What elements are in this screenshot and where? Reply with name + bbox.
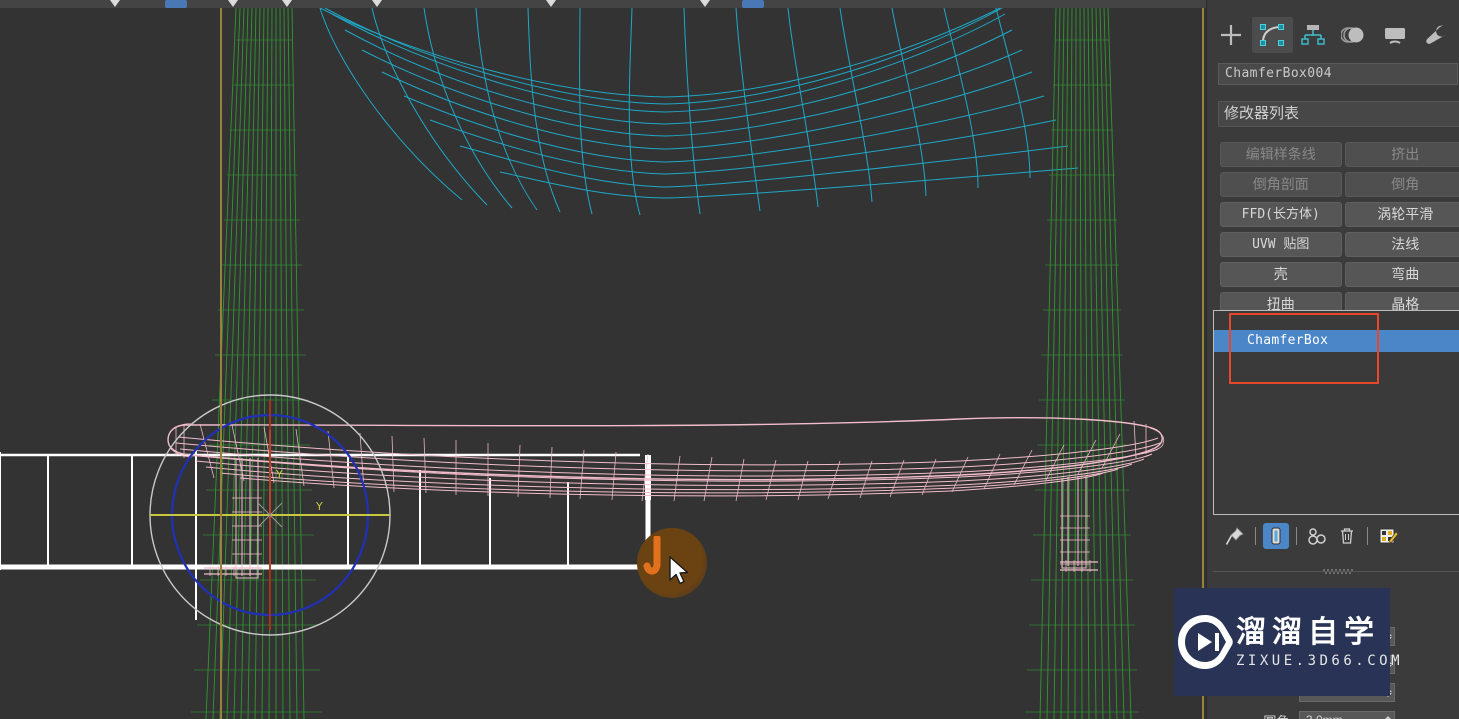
configure-modifier-sets-button[interactable] bbox=[1375, 523, 1401, 549]
toolbar-button-rectangular-select[interactable] bbox=[228, 0, 238, 7]
param-field-fillet[interactable]: 3.0mm bbox=[1299, 711, 1395, 719]
svg-text:Y: Y bbox=[275, 468, 283, 481]
modifier-row: 壳 弯曲 bbox=[1220, 262, 1459, 287]
toolbar-button-select-object[interactable] bbox=[110, 0, 120, 7]
toolbar-button-snap-toggle[interactable] bbox=[700, 0, 710, 7]
panel-tab-hierarchy[interactable] bbox=[1293, 17, 1334, 53]
command-panel-tabs[interactable] bbox=[1211, 16, 1456, 54]
toolbar-button-scale[interactable] bbox=[546, 0, 556, 7]
trash-icon bbox=[1341, 528, 1353, 544]
make-unique-button[interactable] bbox=[1304, 523, 1330, 549]
modifier-row: 编辑样条线 挤出 bbox=[1220, 142, 1459, 167]
panel-tab-display[interactable] bbox=[1374, 17, 1415, 53]
watermark-en-text: ZIXUE.3D66.COM bbox=[1236, 652, 1404, 669]
watermark-cn-text: 溜溜自学 bbox=[1236, 614, 1380, 650]
modifier-button-uvw-map[interactable]: UVW 贴图 bbox=[1220, 232, 1342, 257]
param-row-fillet: 圆角: 3.0mm bbox=[1213, 709, 1459, 719]
toolbar-button-angle-snap[interactable] bbox=[742, 0, 764, 8]
make-unique-icon bbox=[1308, 528, 1326, 545]
pin-icon bbox=[1225, 527, 1244, 545]
modifier-button-extrude[interactable]: 挤出 bbox=[1344, 142, 1459, 167]
modifier-button-shell[interactable]: 壳 bbox=[1220, 262, 1342, 287]
3dsmax-window: Y Y ChamferBox004 修改器列表 编辑样条线 挤出 倒角剖面 倒角… bbox=[0, 0, 1459, 719]
display-icon bbox=[1384, 28, 1405, 44]
modifier-button-set[interactable]: 编辑样条线 挤出 倒角剖面 倒角 FFD(长方体) 涡轮平滑 UVW 贴图 法线… bbox=[1220, 142, 1459, 322]
modifier-row: FFD(长方体) 涡轮平滑 bbox=[1220, 202, 1459, 227]
watermark-overlay: 溜溜自学 ZIXUE.3D66.COM bbox=[1174, 588, 1400, 696]
panel-tab-modify[interactable] bbox=[1251, 17, 1293, 53]
modify-icon bbox=[1260, 24, 1285, 46]
viewport-area[interactable]: Y Y bbox=[0, 0, 1206, 719]
plus-icon bbox=[1221, 25, 1242, 45]
modifier-button-ffd-box[interactable]: FFD(长方体) bbox=[1220, 202, 1342, 227]
toolbar-separator bbox=[1296, 527, 1297, 545]
main-toolbar-strip[interactable] bbox=[0, 0, 1206, 8]
toolbar-button-move[interactable] bbox=[282, 0, 292, 7]
panel-resize-grip[interactable] bbox=[1213, 567, 1459, 575]
toolbar-button-rotate[interactable] bbox=[372, 0, 382, 7]
play-logo-icon bbox=[1174, 588, 1236, 696]
modifier-button-edit-spline[interactable]: 编辑样条线 bbox=[1220, 142, 1342, 167]
modifier-stack-list[interactable]: ChamferBox bbox=[1213, 310, 1459, 515]
toolbar-button-select-by-name[interactable] bbox=[165, 0, 187, 8]
toolbar-separator bbox=[1255, 527, 1256, 545]
modifier-button-bevel[interactable]: 倒角 bbox=[1344, 172, 1459, 197]
viewport-scene[interactable]: Y Y bbox=[0, 0, 1206, 719]
modifier-button-bevel-profile[interactable]: 倒角剖面 bbox=[1220, 172, 1342, 197]
svg-text:Y: Y bbox=[315, 500, 323, 513]
modifier-stack-item-chamferbox[interactable]: ChamferBox bbox=[1214, 330, 1459, 352]
motion-icon bbox=[1340, 27, 1364, 43]
show-end-result-button[interactable] bbox=[1263, 523, 1289, 549]
panel-tab-utilities[interactable] bbox=[1415, 17, 1456, 53]
remove-modifier-button[interactable] bbox=[1334, 523, 1360, 549]
modifier-button-turbosmooth[interactable]: 涡轮平滑 bbox=[1344, 202, 1459, 227]
param-label-fillet: 圆角: bbox=[1213, 711, 1299, 719]
modifier-row: 倒角剖面 倒角 bbox=[1220, 172, 1459, 197]
orange-arc-icon bbox=[643, 536, 661, 575]
modifier-button-normal[interactable]: 法线 bbox=[1344, 232, 1459, 257]
pin-stack-button[interactable] bbox=[1222, 523, 1248, 549]
configure-icon bbox=[1379, 528, 1398, 544]
modifier-list-dropdown[interactable]: 修改器列表 bbox=[1218, 101, 1459, 127]
show-end-result-icon bbox=[1271, 527, 1281, 545]
modifier-row: UVW 贴图 法线 bbox=[1220, 232, 1459, 257]
modifier-button-bend[interactable]: 弯曲 bbox=[1344, 262, 1459, 287]
panel-tab-motion[interactable] bbox=[1333, 17, 1374, 53]
object-name-field[interactable]: ChamferBox004 bbox=[1218, 63, 1458, 85]
param-value-fillet: 3.0mm bbox=[1306, 712, 1343, 719]
panel-tab-create[interactable] bbox=[1211, 17, 1252, 53]
toolbar-separator bbox=[1367, 527, 1368, 545]
watermark-text: 溜溜自学 ZIXUE.3D66.COM bbox=[1236, 616, 1403, 669]
modifier-stack-toolbar[interactable] bbox=[1213, 519, 1459, 553]
hierarchy-icon bbox=[1301, 25, 1325, 45]
wrench-icon bbox=[1425, 25, 1446, 44]
